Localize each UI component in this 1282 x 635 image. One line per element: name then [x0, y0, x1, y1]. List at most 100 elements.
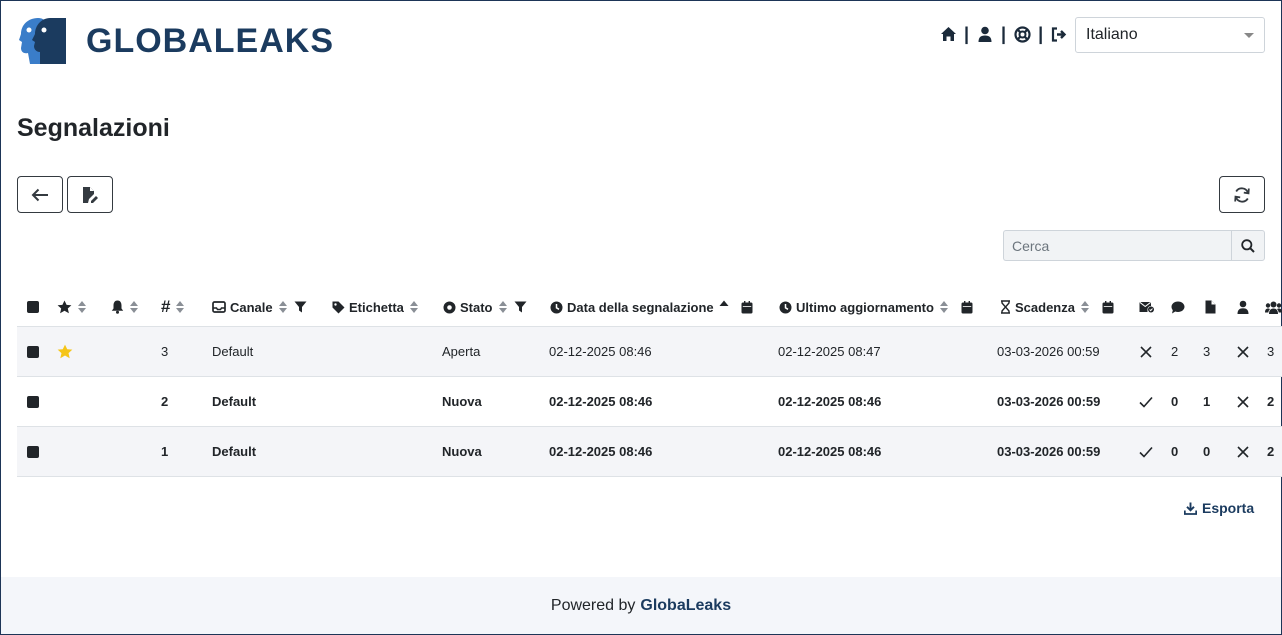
calendar-icon	[1102, 300, 1114, 313]
column-last-update[interactable]: Ultimo aggiornamento	[779, 288, 973, 326]
table-header: # Canale Etichetta Stato Data della segn…	[17, 288, 1282, 327]
row-last-update: 02-12-2025 08:46	[778, 444, 882, 459]
bell-icon	[111, 300, 124, 314]
edit-reports-button[interactable]	[67, 176, 113, 213]
channel-filter[interactable]	[294, 301, 307, 313]
row-number: 1	[161, 444, 169, 459]
sort-icon	[1080, 301, 1089, 313]
sort-icon	[78, 301, 86, 313]
column-status[interactable]: Stato	[443, 288, 527, 326]
column-recipient[interactable]	[1237, 288, 1249, 326]
home-icon[interactable]	[938, 24, 958, 44]
back-button[interactable]	[17, 176, 63, 213]
language-value: Italiano	[1086, 26, 1138, 43]
row-checkbox[interactable]	[27, 327, 39, 376]
clock-icon	[779, 301, 792, 313]
language-select[interactable]: Italiano	[1075, 17, 1265, 53]
row-comments: 0	[1171, 444, 1179, 459]
search-box	[1003, 230, 1265, 261]
star-icon	[57, 300, 72, 314]
nav-separator: |	[1038, 24, 1044, 44]
row-expiry: 03-03-2026 00:59	[997, 444, 1101, 459]
row-checkbox[interactable]	[27, 377, 39, 426]
search-button[interactable]	[1231, 230, 1265, 261]
search-input[interactable]	[1003, 230, 1231, 261]
chevron-down-icon	[1244, 32, 1254, 38]
table-row[interactable]: 2 Default Nuova 02-12-2025 08:46 02-12-2…	[17, 377, 1282, 427]
select-all-checkbox[interactable]	[27, 288, 39, 326]
row-expiry: 03-03-2026 00:59	[997, 344, 1100, 359]
last-update-filter[interactable]	[961, 300, 973, 314]
column-read-status[interactable]	[1139, 288, 1154, 326]
column-expiry[interactable]: Scadenza	[1000, 288, 1114, 326]
page-title: Segnalazioni	[17, 114, 170, 142]
table-row[interactable]: 3 Default Aperta 02-12-2025 08:46 02-12-…	[17, 327, 1282, 377]
users-icon	[1265, 301, 1282, 314]
envelope-check-icon	[1139, 301, 1154, 313]
column-starred[interactable]	[57, 288, 87, 326]
sort-ascending-icon	[719, 300, 729, 306]
sort-icon	[278, 301, 287, 313]
column-channel[interactable]: Canale	[212, 288, 307, 326]
logout-icon[interactable]	[1049, 24, 1069, 44]
lifebuoy-icon[interactable]	[1012, 24, 1032, 44]
sort-icon	[409, 301, 418, 313]
user-icon[interactable]	[975, 24, 995, 44]
refresh-icon	[1234, 187, 1250, 202]
row-files: 0	[1203, 444, 1211, 459]
tag-icon	[332, 301, 345, 313]
calendar-icon	[741, 300, 753, 313]
column-expiry-label: Scadenza	[1015, 299, 1075, 315]
close-icon	[1237, 427, 1249, 476]
sort-icon	[939, 301, 948, 313]
file-icon	[1205, 300, 1216, 314]
column-number[interactable]: #	[161, 288, 185, 326]
footer-brand-link[interactable]: GlobaLeaks	[640, 597, 731, 615]
column-last-update-label: Ultimo aggiornamento	[796, 299, 934, 315]
globaleaks-logo[interactable]: GLOBALEAKS	[16, 16, 334, 66]
column-report-date[interactable]: Data della segnalazione	[550, 288, 753, 326]
row-expiry: 03-03-2026 00:59	[997, 394, 1101, 409]
check-icon	[1139, 377, 1153, 426]
row-report-date: 02-12-2025 08:46	[549, 394, 653, 409]
close-icon	[1140, 327, 1152, 376]
column-number-label: #	[161, 297, 171, 316]
row-number: 2	[161, 394, 169, 409]
refresh-button[interactable]	[1219, 176, 1265, 213]
starred-indicator[interactable]	[57, 327, 73, 376]
close-icon	[1237, 327, 1249, 376]
row-files: 1	[1203, 394, 1211, 409]
nav-separator: |	[964, 24, 970, 44]
row-comments: 2	[1171, 344, 1179, 359]
report-date-filter[interactable]	[741, 300, 753, 314]
row-files: 3	[1203, 344, 1211, 359]
row-checkbox[interactable]	[27, 427, 39, 476]
row-channel: Default	[212, 394, 257, 409]
export-button[interactable]: Esporta	[1184, 500, 1254, 516]
inbox-icon	[212, 301, 226, 313]
search-icon	[1241, 238, 1255, 253]
column-files[interactable]	[1205, 288, 1216, 326]
row-recipients: 3	[1267, 344, 1275, 359]
calendar-icon	[961, 300, 973, 313]
column-notifications[interactable]	[111, 288, 139, 326]
check-icon	[1139, 427, 1153, 476]
column-recipients[interactable]	[1265, 288, 1282, 326]
row-channel: Default	[212, 344, 254, 359]
column-status-label: Stato	[460, 299, 493, 315]
row-status: Aperta	[442, 344, 481, 359]
globaleaks-logo-icon	[19, 18, 66, 64]
expiry-filter[interactable]	[1102, 300, 1114, 314]
hourglass-icon	[1001, 300, 1010, 314]
sort-icon	[176, 301, 185, 313]
column-label[interactable]: Etichetta	[332, 288, 419, 326]
table-row[interactable]: 1 Default Nuova 02-12-2025 08:46 02-12-2…	[17, 427, 1282, 477]
row-report-date: 02-12-2025 08:46	[549, 344, 652, 359]
footer-prefix: Powered by	[550, 596, 636, 614]
footer: Powered by GlobaLeaks	[1, 577, 1281, 634]
column-comments[interactable]	[1171, 288, 1185, 326]
star-icon	[57, 344, 73, 359]
close-icon	[1237, 377, 1249, 426]
sort-icon	[498, 301, 507, 313]
status-filter[interactable]	[514, 301, 527, 313]
